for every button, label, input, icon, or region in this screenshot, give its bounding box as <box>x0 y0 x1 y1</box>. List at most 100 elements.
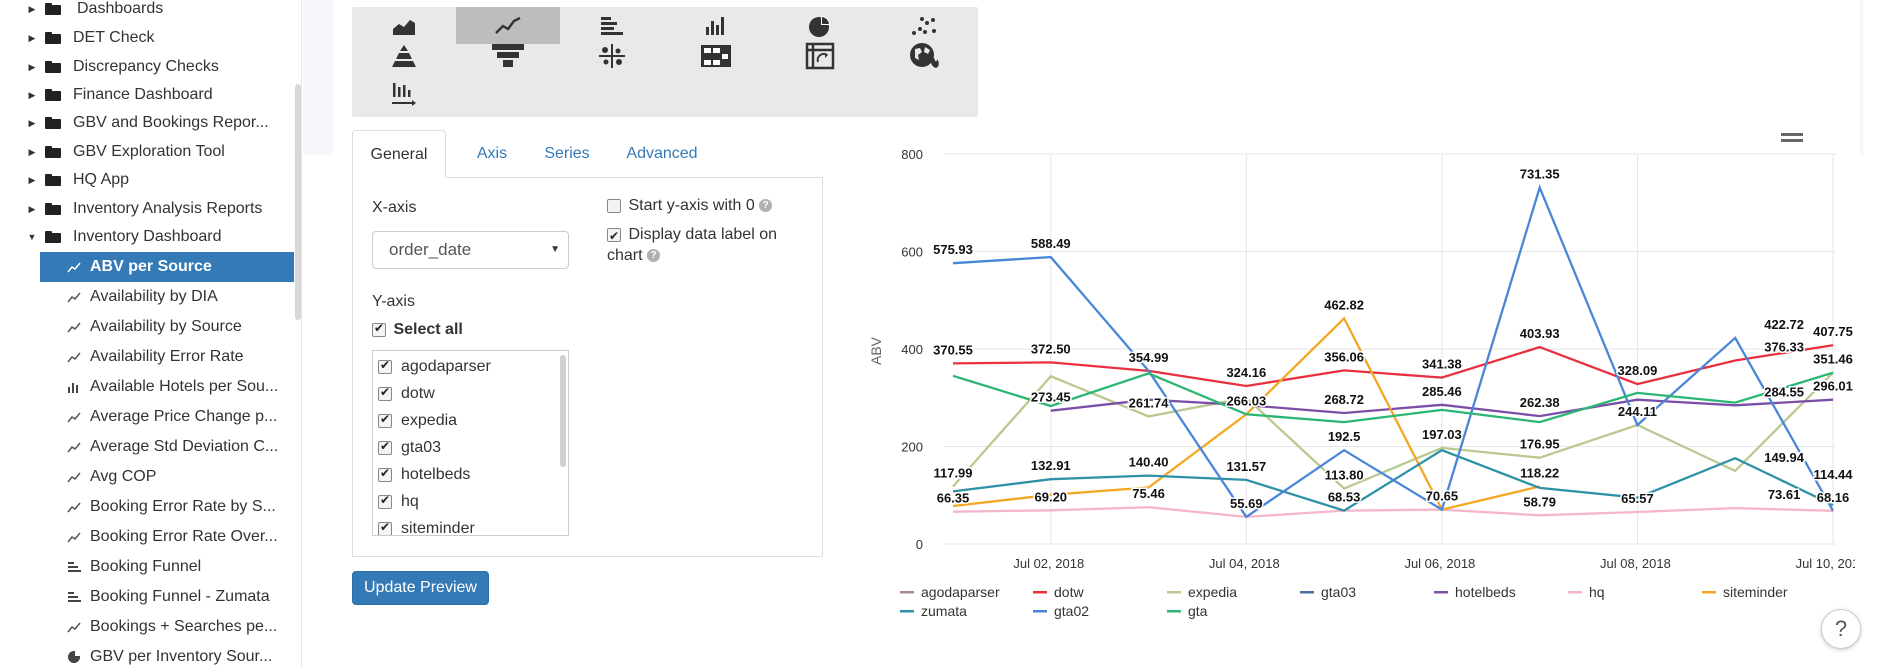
data-label: 140.40 <box>1129 455 1169 470</box>
sidebar-item[interactable]: Booking Error Rate Over... <box>40 522 294 552</box>
caret-right-icon[interactable]: ▶ <box>27 90 37 101</box>
caret-right-icon[interactable]: ▶ <box>27 204 37 215</box>
y-option-checkbox[interactable] <box>378 520 392 535</box>
y-tick-label: 600 <box>901 245 923 260</box>
sidebar-item[interactable]: GBV per Inventory Sour... <box>40 642 294 667</box>
sidebar-item[interactable]: ABV per Source <box>40 252 294 282</box>
folder-icon <box>45 3 61 15</box>
line-chart-icon <box>495 16 521 34</box>
line-chart-icon <box>67 530 81 544</box>
sidebar-item[interactable]: Bookings + Searches pe... <box>40 612 294 642</box>
tab-series[interactable]: Series <box>532 130 602 178</box>
folder-hq-app[interactable]: ▶ HQ App <box>0 166 294 194</box>
caret-right-icon[interactable]: ▶ <box>27 175 37 186</box>
y-option-checkbox[interactable] <box>378 493 392 509</box>
y-option-siteminder[interactable]: siteminder <box>378 517 475 535</box>
chart-type-waterfall[interactable] <box>352 75 456 112</box>
caret-down-icon[interactable]: ▼ <box>27 232 37 242</box>
folder-discrepancy-checks[interactable]: ▶ Discrepancy Checks <box>0 53 294 81</box>
chart-type-pyramid[interactable] <box>352 37 456 74</box>
sidebar-item-label: Booking Error Rate Over... <box>90 528 278 545</box>
legend-swatch[interactable] <box>900 610 914 613</box>
folder-inventory-dashboard[interactable]: ▼ Inventory Dashboard <box>0 223 294 251</box>
caret-right-icon[interactable]: ▶ <box>27 33 37 44</box>
caret-right-icon[interactable]: ▶ <box>27 118 37 129</box>
sidebar-item[interactable]: Average Price Change p... <box>40 402 294 432</box>
sidebar-tree: ▶ Dashboards ▶ DET Check ▶ Discrepancy C… <box>0 0 294 667</box>
chart-type-heatmap[interactable] <box>664 37 768 74</box>
chart-menu-icon[interactable] <box>1781 133 1803 136</box>
help-question-icon[interactable]: ? <box>759 199 773 213</box>
sidebar-item[interactable]: Booking Error Rate by S... <box>40 492 294 522</box>
chart-type-pivot[interactable] <box>768 37 872 74</box>
legend-swatch[interactable] <box>1033 591 1047 594</box>
sidebar-scrollbar[interactable] <box>295 84 301 320</box>
data-label: 197.03 <box>1422 427 1462 442</box>
legend-swatch[interactable] <box>1300 591 1314 594</box>
sidebar-item-label: Booking Funnel - Zumata <box>90 588 270 605</box>
folder-dashboards[interactable]: ▶ Dashboards <box>0 0 294 23</box>
y-axis-label: Y-axis <box>372 293 415 310</box>
caret-right-icon[interactable]: ▶ <box>27 62 37 73</box>
legend-swatch[interactable] <box>1167 591 1181 594</box>
sidebar-item[interactable]: Avg COP <box>40 462 294 492</box>
y-option-hotelbeds[interactable]: hotelbeds <box>378 463 470 487</box>
tab-axis[interactable]: Axis <box>462 130 522 178</box>
data-label: 58.79 <box>1523 494 1556 509</box>
legend-swatch[interactable] <box>1568 591 1582 594</box>
help-button[interactable]: ? <box>1821 609 1861 649</box>
sidebar-item-label: Available Hotels per Sou... <box>90 378 279 395</box>
y-option-checkbox[interactable] <box>378 385 392 401</box>
data-label: 284.55 <box>1764 384 1804 399</box>
legend-swatch[interactable] <box>1702 591 1716 594</box>
folder-det-check[interactable]: ▶ DET Check <box>0 24 294 52</box>
legend-item-hq: hq <box>1589 584 1605 600</box>
y-option-agodaparser[interactable]: agodaparser <box>378 355 491 379</box>
display-label-checkbox[interactable] <box>607 226 621 247</box>
series-line-dotw[interactable] <box>952 344 1834 388</box>
bubble-icon <box>599 43 625 68</box>
caret-right-icon[interactable]: ▶ <box>27 4 37 15</box>
x-axis-select[interactable]: order_date ▼ <box>372 231 569 269</box>
update-preview-button[interactable]: Update Preview <box>352 571 489 605</box>
chart-type-geo-map[interactable] <box>872 37 976 74</box>
sidebar-item[interactable]: Availability by DIA <box>40 282 294 312</box>
y-axis-series-list[interactable]: agodaparser dotw expedia gta03 hotelbeds… <box>372 350 569 536</box>
y-option-gta03[interactable]: gta03 <box>378 436 441 460</box>
sidebar-item[interactable]: Availability Error Rate <box>40 342 294 372</box>
folder-gbv-exploration-tool[interactable]: ▶ GBV Exploration Tool <box>0 138 294 166</box>
folder-inventory-analysis-reports[interactable]: ▶ Inventory Analysis Reports <box>0 195 294 223</box>
select-all-checkbox[interactable] <box>372 321 386 337</box>
y-option-checkbox[interactable] <box>378 466 392 482</box>
series-line-hq[interactable] <box>952 506 1834 519</box>
legend-swatch[interactable] <box>1033 610 1047 613</box>
legend-swatch[interactable] <box>1167 610 1181 613</box>
y-option-hq[interactable]: hq <box>378 490 419 514</box>
sidebar-item[interactable]: Availability by Source <box>40 312 294 342</box>
y-option-checkbox[interactable] <box>378 358 392 374</box>
heatmap-icon <box>701 44 731 67</box>
chart-type-funnel[interactable] <box>456 37 560 74</box>
folder-finance-dashboard[interactable]: ▶ Finance Dashboard <box>0 81 294 109</box>
legend-swatch[interactable] <box>900 591 914 594</box>
folder-gbv-bookings-reports[interactable]: ▶ GBV and Bookings Repor... <box>0 109 294 137</box>
chart-menu-icon[interactable] <box>1781 139 1803 142</box>
sidebar-item-label: Booking Funnel <box>90 558 202 575</box>
sidebar-item[interactable]: Booking Funnel <box>40 552 294 582</box>
start-y-zero-checkbox[interactable] <box>607 198 621 213</box>
y-option-checkbox[interactable] <box>378 412 392 428</box>
y-option-expedia[interactable]: expedia <box>378 409 457 433</box>
chart-type-bubble[interactable] <box>560 37 664 74</box>
sidebar-item[interactable]: Booking Funnel - Zumata <box>40 582 294 612</box>
sidebar-item[interactable]: Average Std Deviation C... <box>40 432 294 462</box>
help-question-icon[interactable]: ? <box>647 249 661 263</box>
display-label-text-2: chart <box>607 247 643 264</box>
sidebar-item[interactable]: Available Hotels per Sou... <box>40 372 294 402</box>
y-option-dotw[interactable]: dotw <box>378 382 435 406</box>
y-axis-list-scrollbar[interactable] <box>560 355 566 467</box>
tab-general[interactable]: General <box>352 130 446 178</box>
y-option-checkbox[interactable] <box>378 439 392 455</box>
tab-advanced[interactable]: Advanced <box>614 130 710 178</box>
caret-right-icon[interactable]: ▶ <box>27 147 37 158</box>
legend-swatch[interactable] <box>1434 591 1448 594</box>
